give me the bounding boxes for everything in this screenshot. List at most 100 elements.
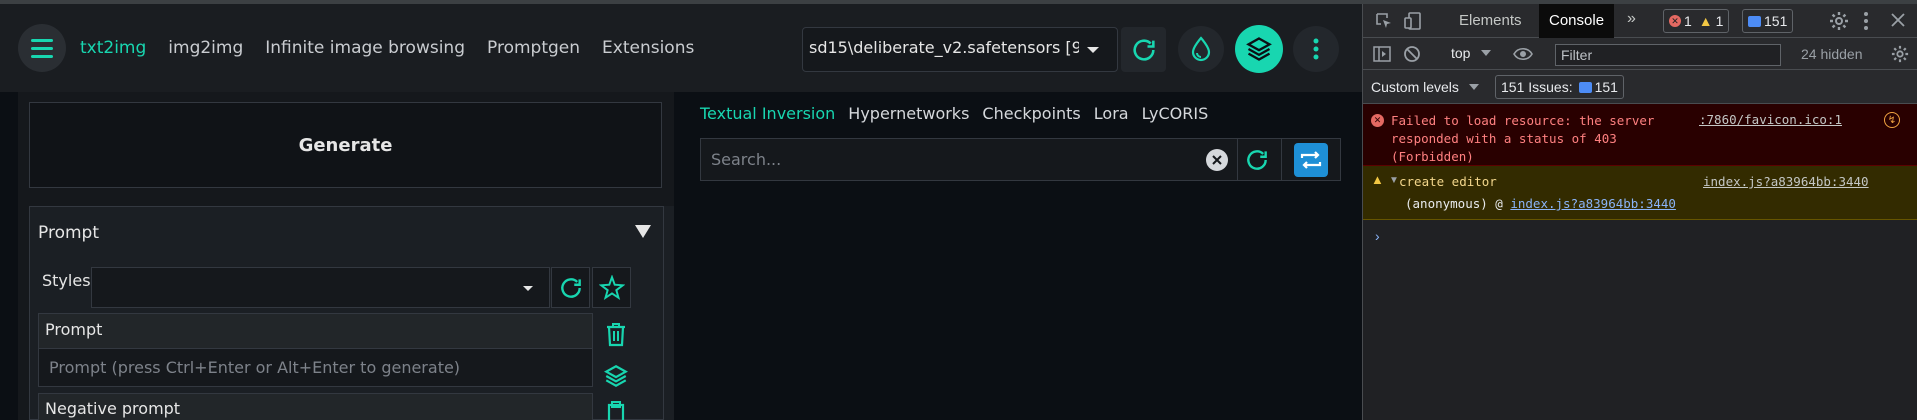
chevron-down-icon	[1087, 47, 1099, 53]
console-warning-message[interactable]: ▲ ▼ create editor index.js?a83964bb:3440…	[1363, 166, 1917, 220]
tab-extensions[interactable]: Extensions	[602, 38, 694, 58]
tab-checkpoints[interactable]: Checkpoints	[982, 104, 1080, 123]
negative-prompt-label: Negative prompt	[45, 399, 181, 418]
error-icon: ✕	[1669, 15, 1681, 27]
chevron-down-icon	[523, 286, 533, 291]
warning-text: create editor	[1399, 174, 1497, 189]
eye-icon[interactable]	[1513, 46, 1533, 62]
styles-label: Styles	[42, 271, 91, 290]
chevron-down-icon	[1481, 50, 1491, 56]
model-checkpoint-select[interactable]: sd15\deliberate_v2.safetensors [9aba26ab…	[802, 27, 1118, 72]
prompt-accordion-title[interactable]: Prompt	[38, 223, 99, 243]
message-icon	[1578, 81, 1592, 93]
console-levels-bar: Custom levels 151 Issues: 151	[1363, 70, 1917, 104]
main-nav: txt2img img2img Infinite image browsing …	[80, 38, 694, 58]
warning-count: 1	[1715, 13, 1724, 29]
sync-icon	[1294, 142, 1328, 177]
more-options-button[interactable]	[1293, 26, 1339, 72]
sidebar-toggle-icon[interactable]	[1373, 45, 1391, 63]
menu-icon[interactable]	[18, 24, 66, 72]
stack-trace-line: (anonymous) @ index.js?a83964bb:3440	[1405, 196, 1676, 211]
console-prompt[interactable]: ›	[1375, 228, 1380, 244]
droplet-icon	[1191, 36, 1211, 62]
gear-icon[interactable]	[1829, 11, 1849, 31]
clear-search-button[interactable]	[1206, 149, 1228, 171]
model-checkpoint-value: sd15\deliberate_v2.safetensors [9aba26ab…	[809, 38, 1079, 57]
tab-infinite-image-browsing[interactable]: Infinite image browsing	[265, 38, 465, 58]
magic-sparkle-icon	[598, 274, 625, 300]
prompt-label: Prompt	[45, 320, 103, 339]
tab-console[interactable]: Console	[1539, 4, 1615, 38]
issues-counter[interactable]: 151	[1742, 9, 1794, 33]
generate-button[interactable]: Generate	[29, 102, 662, 188]
inspect-element-icon[interactable]	[1375, 12, 1393, 30]
extra-networks-panel: Textual Inversion Hypernetworks Checkpoi…	[690, 92, 1362, 420]
warning-icon: ▲	[1698, 13, 1713, 29]
custom-levels-select[interactable]: Custom levels	[1371, 79, 1459, 95]
prompt-input[interactable]	[39, 348, 592, 386]
layers-icon	[603, 364, 628, 387]
tab-txt2img[interactable]: txt2img	[80, 38, 146, 58]
issues-button[interactable]: 151 Issues: 151	[1495, 75, 1624, 99]
refresh-networks-button[interactable]	[1237, 139, 1276, 180]
error-icon: ✕	[1371, 114, 1384, 127]
trace-prefix: (anonymous) @	[1405, 196, 1511, 211]
extra-networks-tabs: Textual Inversion Hypernetworks Checkpoi…	[700, 104, 1208, 123]
theme-drop-button[interactable]	[1178, 26, 1224, 72]
tab-textual-inversion[interactable]: Textual Inversion	[700, 104, 835, 123]
prompt-field-group: Prompt	[38, 313, 593, 387]
styles-dropdown[interactable]	[91, 267, 550, 308]
clear-prompt-button[interactable]	[596, 313, 635, 354]
devtools-tabbar: Elements Console » ✕ 1 ▲ 1 151	[1363, 4, 1917, 38]
toggle-view-button[interactable]	[1281, 139, 1340, 180]
tab-elements[interactable]: Elements	[1459, 12, 1522, 29]
search-input[interactable]	[701, 139, 1221, 180]
close-icon	[1212, 155, 1222, 165]
paste-button[interactable]	[596, 399, 635, 420]
devtools-panel: Elements Console » ✕ 1 ▲ 1 151 top 24 hi…	[1362, 4, 1917, 420]
kebab-icon[interactable]	[1863, 11, 1869, 31]
clipboard-icon	[607, 401, 624, 420]
refresh-models-button[interactable]	[1121, 27, 1166, 72]
panel-scroll-track[interactable]	[664, 206, 674, 420]
layers-button[interactable]	[1235, 25, 1283, 73]
issue-count: 151	[1764, 13, 1788, 29]
expand-triangle-icon[interactable]: ▼	[1389, 175, 1399, 186]
gear-icon[interactable]	[1891, 45, 1909, 63]
app-header: txt2img img2img Infinite image browsing …	[0, 4, 1362, 92]
warning-icon: ▲	[1371, 172, 1384, 187]
extra-networks-button[interactable]	[596, 355, 635, 396]
refresh-icon	[1247, 149, 1267, 170]
console-toolbar: top 24 hidden	[1363, 38, 1917, 70]
clear-console-icon[interactable]	[1403, 45, 1421, 63]
warning-source-link[interactable]: index.js?a83964bb:3440	[1703, 174, 1869, 189]
close-icon[interactable]	[1891, 13, 1905, 27]
negative-prompt-field-group: Negative prompt	[38, 393, 593, 420]
insights-icon[interactable]: ↯	[1884, 112, 1900, 128]
trash-icon	[606, 322, 625, 346]
context-select[interactable]: top	[1451, 45, 1470, 61]
tab-lora[interactable]: Lora	[1094, 104, 1129, 123]
error-warning-counter[interactable]: ✕ 1 ▲ 1	[1663, 9, 1730, 33]
kebab-icon	[1313, 38, 1319, 60]
console-filter-input[interactable]	[1555, 44, 1781, 66]
hidden-count: 24 hidden	[1801, 46, 1863, 62]
refresh-icon	[560, 277, 581, 298]
tab-promptgen[interactable]: Promptgen	[487, 38, 580, 58]
console-error-message[interactable]: ✕ Failed to load resource: the server re…	[1363, 104, 1917, 166]
device-toolbar-icon[interactable]	[1403, 11, 1423, 31]
prompt-accordion: Prompt Styles Prompt Prompt (press Ctrl+…	[29, 206, 664, 420]
trace-link[interactable]: index.js?a83964bb:3440	[1510, 196, 1676, 211]
extra-networks-search-row	[700, 138, 1341, 181]
more-tabs-icon[interactable]: »	[1627, 10, 1636, 28]
apply-style-button[interactable]	[592, 267, 631, 308]
collapse-triangle-icon[interactable]	[635, 225, 651, 238]
message-icon	[1748, 15, 1761, 27]
tab-hypernetworks[interactable]: Hypernetworks	[848, 104, 969, 123]
tab-img2img[interactable]: img2img	[168, 38, 243, 58]
error-source-link[interactable]: :7860/favicon.ico:1	[1699, 112, 1842, 127]
issues-badge-count: 151	[1594, 79, 1618, 95]
txt2img-left-panel: Generate Prompt Styles Prompt Prompt (pr…	[18, 92, 674, 420]
tab-lycoris[interactable]: LyCORIS	[1142, 104, 1209, 123]
refresh-styles-button[interactable]	[551, 267, 590, 308]
